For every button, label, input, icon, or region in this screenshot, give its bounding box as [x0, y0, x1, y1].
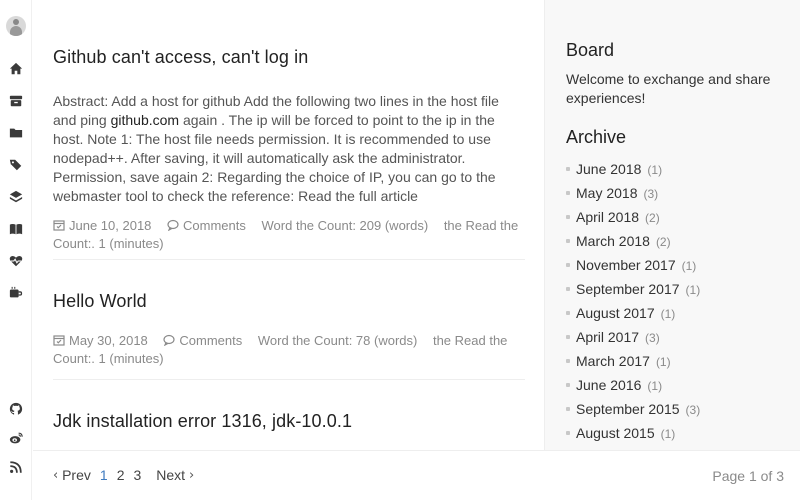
archive-item[interactable]: March 2018 (2) [566, 231, 700, 255]
post-divider [53, 259, 525, 260]
icon-rail [0, 0, 32, 500]
chevron-right-icon: › [188, 467, 195, 483]
board-title: Board [566, 40, 615, 60]
post-title[interactable]: Jdk installation error 1316, jdk-10.0.1 [53, 411, 525, 432]
page-info: Page 1 of 3 [712, 468, 784, 484]
archive-box-icon[interactable] [7, 92, 25, 110]
tags-icon[interactable] [7, 156, 25, 174]
post-comments[interactable]: Comments [167, 218, 246, 233]
post-word-count: Word the Count: 78 (words) [257, 333, 418, 348]
archive-item[interactable]: March 2017 (1) [566, 351, 700, 375]
post-abstract: Abstract: Add a host for github Add the … [53, 92, 525, 206]
next-button[interactable]: Next › [156, 467, 194, 483]
avatar[interactable] [6, 16, 26, 36]
sidebar: Board Welcome to exchange and share expe… [544, 0, 800, 450]
prev-button[interactable]: ‹ Prev [53, 467, 91, 483]
github-icon[interactable] [7, 400, 25, 418]
post-date: June 10, 2018 [53, 218, 151, 233]
chevron-left-icon: ‹ [53, 467, 59, 483]
post-title[interactable]: Github can't access, can't log in [53, 47, 525, 68]
post-word-count: Word the Count: 209 (words) [261, 218, 429, 233]
board-text: Welcome to exchange and share experience… [566, 71, 771, 106]
archive-item[interactable]: August 2015 (1) [566, 423, 700, 447]
folder-icon[interactable] [7, 124, 25, 142]
pagination-bar: ‹ Prev 1 2 3 Next › Page 1 of 3 [33, 450, 800, 500]
page-3-link[interactable]: 3 [133, 467, 141, 483]
rss-icon[interactable] [7, 458, 25, 476]
coffee-icon[interactable] [7, 284, 25, 302]
archive-title: Archive [566, 127, 627, 147]
archive-item[interactable]: May 2018 (3) [566, 183, 700, 207]
book-icon[interactable] [7, 220, 25, 238]
archive-item[interactable]: August 2017 (1) [566, 303, 700, 327]
archive-item[interactable]: June 2018 (1) [566, 159, 700, 183]
post-comments[interactable]: Comments [163, 333, 242, 348]
post-divider [53, 379, 525, 380]
post-item: Jdk installation error 1316, jdk-10.0.1 [53, 411, 525, 432]
weibo-icon[interactable] [7, 429, 25, 447]
calendar-icon [53, 218, 65, 231]
comment-icon [163, 333, 176, 347]
archive-item[interactable]: September 2015 (3) [566, 399, 700, 423]
post-item: Hello World May 30, 2018 Comments Word t… [53, 291, 525, 368]
post-meta: May 30, 2018 Comments Word the Count: 78… [53, 332, 525, 368]
heartbeat-icon[interactable] [7, 252, 25, 270]
archive-item[interactable]: September 2017 (1) [566, 279, 700, 303]
post-meta: June 10, 2018 Comments Word the Count: 2… [53, 217, 525, 253]
page-1-link[interactable]: 1 [100, 467, 108, 483]
layers-icon[interactable] [7, 188, 25, 206]
home-icon[interactable] [7, 60, 25, 78]
post-item: Github can't access, can't log in Abstra… [53, 47, 525, 253]
post-date: May 30, 2018 [53, 333, 148, 348]
archive-item[interactable]: April 2017 (3) [566, 327, 700, 351]
archive-item[interactable]: April 2018 (2) [566, 207, 700, 231]
archive-list: June 2018 (1) May 2018 (3) April 2018 (2) M… [566, 159, 700, 447]
abstract-link[interactable]: github.com [111, 112, 179, 128]
post-list: Github can't access, can't log in Abstra… [33, 0, 544, 450]
archive-item[interactable]: June 2016 (1) [566, 375, 700, 399]
pager: ‹ Prev 1 2 3 Next › [53, 467, 194, 483]
calendar-icon [53, 333, 65, 346]
comment-icon [167, 218, 179, 232]
post-title[interactable]: Hello World [53, 291, 525, 312]
archive-item[interactable]: November 2017 (1) [566, 255, 700, 279]
page-2-link[interactable]: 2 [117, 467, 125, 483]
